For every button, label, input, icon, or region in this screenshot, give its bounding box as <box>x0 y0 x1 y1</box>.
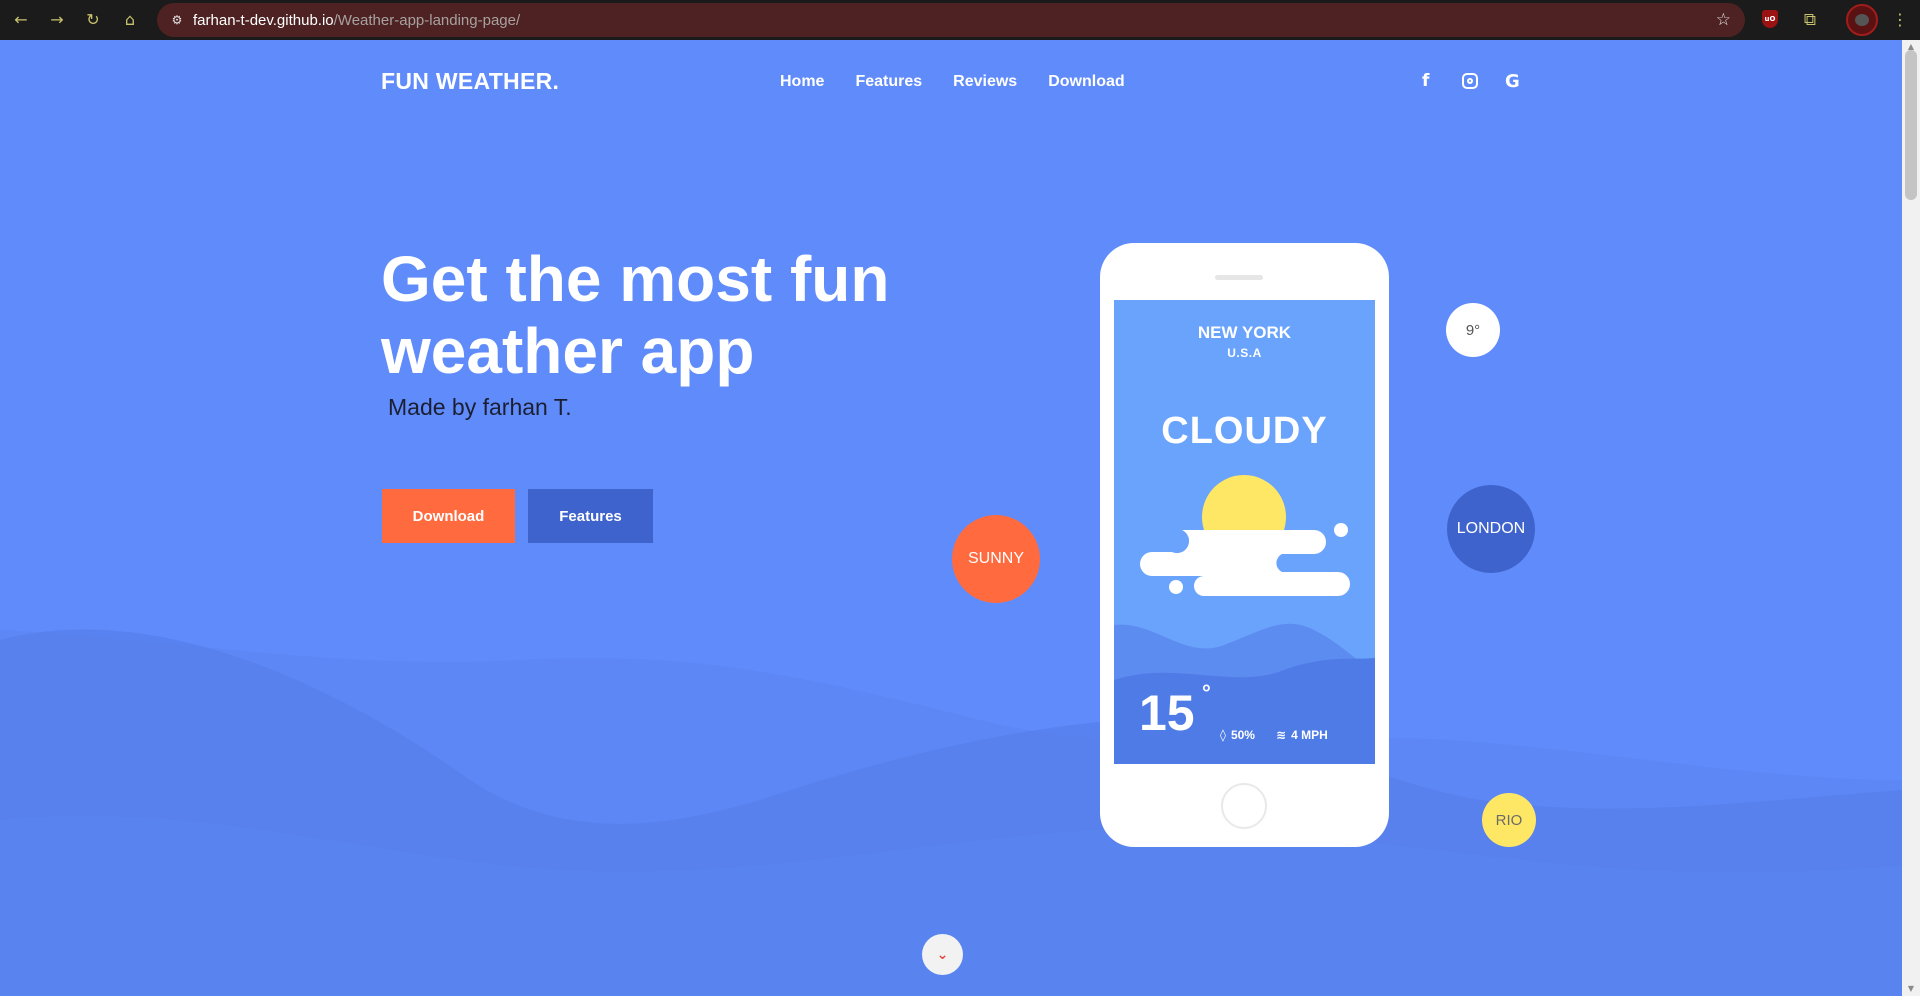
nav-reviews[interactable]: Reviews <box>953 73 1017 91</box>
humidity-stat: ◊ 50% <box>1220 728 1255 742</box>
hero-subtitle: Made by farhan T. <box>388 394 572 420</box>
phone-mockup: NEW YORK U.S.A CLOUDY 15 ° ◊ 50% ≋ 4 MPH <box>1100 243 1389 847</box>
forward-arrow-icon[interactable]: → <box>46 9 68 31</box>
degree-symbol: ° <box>1202 680 1211 705</box>
google-icon[interactable]: G <box>1505 71 1520 92</box>
scroll-down-button[interactable]: ⌄ <box>922 934 963 975</box>
temperature-value: 15 <box>1139 685 1195 741</box>
phone-home-button <box>1221 783 1267 829</box>
main-nav: Home Features Reviews Download <box>780 73 1125 91</box>
country-name: U.S.A <box>1227 346 1262 360</box>
address-bar[interactable]: ⚙ farhan-t-dev.github.io/Weather-app-lan… <box>157 3 1745 37</box>
water-drop-icon: ◊ <box>1220 728 1226 742</box>
bubble-temperature: 9° <box>1446 303 1500 357</box>
background-waves <box>0 629 1902 996</box>
facebook-icon[interactable]: f <box>1422 71 1429 91</box>
wind-stat: ≋ 4 MPH <box>1276 728 1328 742</box>
download-button[interactable]: Download <box>382 489 515 543</box>
hero-title: Get the most fun weather app <box>381 243 890 387</box>
nav-features[interactable]: Features <box>855 73 922 91</box>
landing-page: FUN WEATHER. Home Features Reviews Downl… <box>0 40 1902 996</box>
nav-download[interactable]: Download <box>1048 73 1124 91</box>
bubble-sunny: SUNNY <box>952 515 1040 603</box>
site-info-icon[interactable]: ⚙ <box>169 12 185 28</box>
browser-toolbar: ← → ↻ ⌂ ⚙ farhan-t-dev.github.io/Weather… <box>0 0 1920 40</box>
weather-condition: CLOUDY <box>1161 410 1328 452</box>
wind-icon: ≋ <box>1276 728 1287 742</box>
url-text[interactable]: farhan-t-dev.github.io/Weather-app-landi… <box>193 12 520 29</box>
menu-dots-icon[interactable]: ⋮ <box>1889 9 1911 31</box>
back-arrow-icon[interactable]: ← <box>10 9 32 31</box>
reload-icon[interactable]: ↻ <box>82 9 104 31</box>
bookmark-star-icon[interactable]: ☆ <box>1716 10 1731 30</box>
site-logo[interactable]: FUN WEATHER. <box>381 68 559 95</box>
home-icon[interactable]: ⌂ <box>119 9 141 31</box>
bubble-london: LONDON <box>1447 485 1535 573</box>
features-button[interactable]: Features <box>528 489 653 543</box>
nav-home[interactable]: Home <box>780 73 824 91</box>
ublock-icon[interactable]: uO <box>1762 10 1778 28</box>
bubble-rio: RIO <box>1482 793 1536 847</box>
city-name: NEW YORK <box>1197 323 1292 342</box>
chevron-down-icon: ⌄ <box>936 946 949 963</box>
url-path: /Weather-app-landing-page/ <box>333 12 521 29</box>
page-scrollbar[interactable]: ▲ ▼ <box>1902 40 1920 996</box>
scroll-down-arrow-icon[interactable]: ▼ <box>1905 984 1917 994</box>
profile-avatar[interactable] <box>1846 4 1878 36</box>
wind-value: 4 MPH <box>1291 728 1328 742</box>
phone-speaker <box>1215 275 1263 280</box>
phone-screen: NEW YORK U.S.A CLOUDY 15 ° ◊ 50% ≋ 4 MPH <box>1114 300 1375 764</box>
url-host: farhan-t-dev.github.io <box>193 12 334 29</box>
instagram-icon[interactable] <box>1462 73 1478 89</box>
humidity-value: 50% <box>1230 728 1255 742</box>
extensions-puzzle-icon[interactable]: ⧉ <box>1799 9 1821 31</box>
scrollbar-thumb[interactable] <box>1905 50 1917 200</box>
